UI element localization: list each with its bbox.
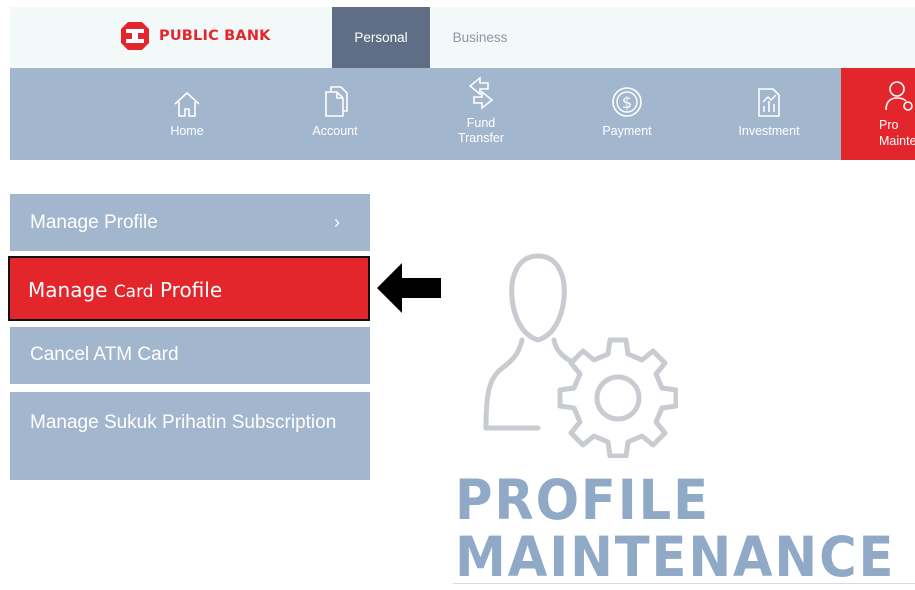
profile-heading-line2: MAINTENANCE — [455, 525, 896, 589]
menu-cancel-atm-card-label: Cancel ATM Card — [30, 344, 179, 365]
investment-chart-icon — [758, 88, 780, 117]
chevron-right-icon: › — [334, 212, 340, 232]
nav-profile-maintenance[interactable]: Pro Mainte — [841, 68, 915, 160]
nav-fund-transfer[interactable]: Fund Transfer — [426, 68, 536, 160]
brand-name: PUBLIC BANK — [159, 28, 271, 44]
public-bank-logo-icon — [121, 22, 149, 50]
main-nav: Home Account Fund Transfer $ Payment Inv… — [10, 68, 915, 160]
profile-gear-illustration-icon — [483, 253, 678, 458]
menu-manage-sukuk-prihatin[interactable]: Manage Sukuk Prihatin Subscription — [10, 392, 370, 480]
tab-personal[interactable]: Personal — [332, 7, 430, 68]
nav-home[interactable]: Home — [132, 68, 242, 160]
nav-profile-maintenance-label: Pro Mainte — [879, 118, 915, 148]
top-bar: PUBLIC BANK Personal Business — [10, 7, 915, 68]
menu-manage-profile[interactable]: Manage Profile › — [10, 194, 370, 251]
label-part-card: Card — [113, 282, 154, 302]
pointer-arrow-icon — [377, 263, 441, 313]
label-part-manage: Manage — [28, 278, 114, 302]
nav-investment[interactable]: Investment — [714, 68, 824, 160]
transfer-arrows-icon — [468, 76, 494, 110]
nav-account-label: Account — [312, 124, 358, 138]
home-icon — [174, 91, 200, 117]
menu-manage-card-profile[interactable]: Manage Card Profile — [8, 256, 370, 321]
tab-business[interactable]: Business — [440, 7, 520, 68]
document-icon — [325, 86, 348, 117]
menu-manage-profile-label: Manage Profile — [30, 212, 158, 233]
nav-investment-label: Investment — [738, 124, 800, 138]
divider — [453, 583, 915, 584]
profile-heading-line1: PROFILE — [455, 468, 710, 532]
label-part-profile: Profile — [153, 278, 223, 302]
menu-cancel-atm-card[interactable]: Cancel ATM Card — [10, 327, 370, 384]
profile-settings-icon — [885, 81, 913, 111]
nav-account[interactable]: Account — [280, 68, 390, 160]
public-bank-logo[interactable]: PUBLIC BANK — [120, 20, 271, 52]
nav-fund-transfer-label: Fund Transfer — [457, 116, 505, 145]
nav-home-label: Home — [170, 124, 204, 138]
menu-manage-card-profile-label: Manage Card Profile — [28, 278, 222, 302]
nav-payment[interactable]: $ Payment — [572, 68, 682, 160]
dollar-coin-icon: $ — [612, 87, 642, 117]
svg-text:$: $ — [622, 93, 632, 112]
menu-manage-sukuk-label: Manage Sukuk Prihatin Subscription — [30, 412, 337, 433]
nav-payment-label: Payment — [602, 124, 652, 138]
